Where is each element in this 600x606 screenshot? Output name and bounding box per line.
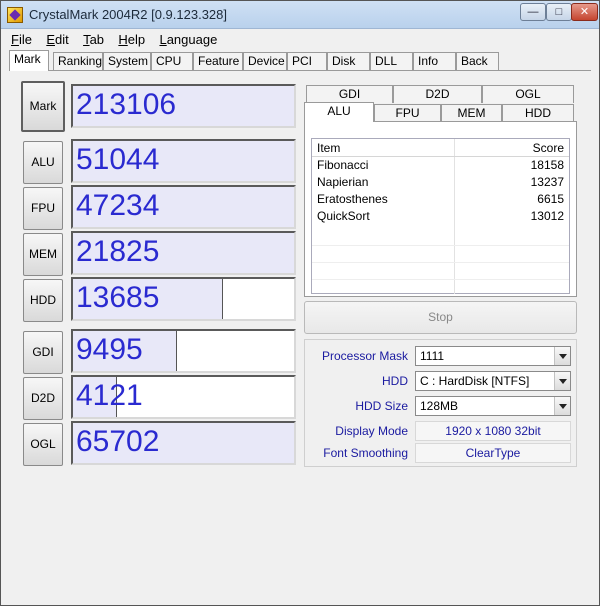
alu-results-panel: Item Score Fibonacci 18158 Napierian 132… bbox=[304, 121, 577, 297]
maximize-button[interactable]: □ bbox=[546, 3, 572, 21]
mem-score-value: 21825 bbox=[76, 235, 160, 268]
list-item[interactable]: QuickSort 13012 bbox=[312, 208, 569, 225]
alu-score-box: 51044 bbox=[71, 139, 296, 183]
tab-strip-divider bbox=[9, 70, 591, 71]
tab-disk[interactable]: Disk bbox=[327, 52, 370, 70]
item-name: QuickSort bbox=[317, 209, 370, 223]
crystalmark-icon bbox=[7, 7, 23, 23]
gdi-score-value: 9495 bbox=[76, 333, 143, 366]
mark-score-value: 213106 bbox=[76, 88, 177, 121]
hdd-score-value: 13685 bbox=[76, 281, 160, 314]
item-score: 13237 bbox=[530, 175, 564, 189]
hdd-value: C : HardDisk [NTFS] bbox=[420, 374, 530, 388]
close-button[interactable]: ✕ bbox=[571, 3, 598, 21]
subtab-fpu[interactable]: FPU bbox=[374, 104, 441, 122]
tab-device[interactable]: Device bbox=[243, 52, 287, 70]
display-mode-label: Display Mode bbox=[335, 424, 408, 438]
tab-info[interactable]: Info bbox=[413, 52, 456, 70]
hdd-score-box: 13685 bbox=[71, 277, 296, 321]
mem-button[interactable]: MEM bbox=[23, 233, 63, 276]
menu-bar: File Edit Tab Help Language bbox=[3, 31, 220, 49]
item-score: 6615 bbox=[537, 192, 564, 206]
item-name: Fibonacci bbox=[317, 158, 369, 172]
processor-mask-select[interactable]: 1111 bbox=[415, 346, 571, 366]
ogl-score-box: 65702 bbox=[71, 421, 296, 465]
alu-score-value: 51044 bbox=[76, 143, 160, 176]
menu-tab[interactable]: Tab bbox=[75, 31, 107, 49]
item-name: Napierian bbox=[317, 175, 369, 189]
results-list-header: Item Score bbox=[312, 139, 569, 157]
tab-back[interactable]: Back bbox=[456, 52, 499, 70]
fpu-button[interactable]: FPU bbox=[23, 187, 63, 230]
d2d-button[interactable]: D2D bbox=[23, 377, 63, 420]
minimize-button[interactable]: — bbox=[520, 3, 546, 21]
subtab-alu[interactable]: ALU bbox=[304, 102, 374, 122]
item-name: Eratosthenes bbox=[317, 192, 388, 206]
mark-score-box: 213106 bbox=[71, 84, 296, 128]
stop-button[interactable]: Stop bbox=[304, 301, 577, 334]
font-smoothing-label: Font Smoothing bbox=[323, 446, 408, 460]
hdd-size-select[interactable]: 128MB bbox=[415, 396, 571, 416]
column-header-score[interactable]: Score bbox=[533, 141, 564, 155]
list-item[interactable]: Napierian 13237 bbox=[312, 174, 569, 191]
app-window: CrystalMark 2004R2 [0.9.123.328] — □ ✕ F… bbox=[0, 0, 600, 606]
subtab-gdi[interactable]: GDI bbox=[306, 85, 393, 103]
main-tab-strip: Mark Ranking System CPU Feature Device P… bbox=[9, 50, 589, 71]
hdd-select[interactable]: C : HardDisk [NTFS] bbox=[415, 371, 571, 391]
hdd-size-value: 128MB bbox=[420, 399, 459, 413]
menu-file[interactable]: File bbox=[3, 31, 35, 49]
mem-score-box: 21825 bbox=[71, 231, 296, 275]
subtab-ogl[interactable]: OGL bbox=[482, 85, 574, 103]
display-mode-value: 1920 x 1080 32bit bbox=[415, 421, 571, 441]
results-list[interactable]: Item Score Fibonacci 18158 Napierian 132… bbox=[311, 138, 570, 294]
tab-ranking[interactable]: Ranking bbox=[53, 52, 103, 70]
alu-button[interactable]: ALU bbox=[23, 141, 63, 184]
fpu-score-box: 47234 bbox=[71, 185, 296, 229]
list-item[interactable]: Eratosthenes 6615 bbox=[312, 191, 569, 208]
ogl-score-value: 65702 bbox=[76, 425, 160, 458]
processor-mask-label: Processor Mask bbox=[321, 349, 408, 363]
menu-edit[interactable]: Edit bbox=[38, 31, 71, 49]
column-header-item[interactable]: Item bbox=[317, 141, 340, 155]
item-score: 18158 bbox=[530, 158, 564, 172]
tab-dll[interactable]: DLL bbox=[370, 52, 413, 70]
title-bar[interactable]: CrystalMark 2004R2 [0.9.123.328] — □ ✕ bbox=[1, 1, 599, 29]
mark-button[interactable]: Mark bbox=[21, 81, 65, 132]
gdi-score-box: 9495 bbox=[71, 329, 296, 373]
tab-feature[interactable]: Feature bbox=[193, 52, 243, 70]
chevron-down-icon[interactable] bbox=[554, 347, 570, 365]
d2d-score-box: 4121 bbox=[71, 375, 296, 419]
empty-row-line bbox=[312, 245, 569, 246]
fpu-score-value: 47234 bbox=[76, 189, 160, 222]
subtab-mem[interactable]: MEM bbox=[441, 104, 502, 122]
hdd-button[interactable]: HDD bbox=[23, 279, 63, 322]
chevron-down-icon[interactable] bbox=[554, 397, 570, 415]
font-smoothing-value: ClearType bbox=[415, 443, 571, 463]
settings-panel: Processor Mask 1111 HDD C : HardDisk [NT… bbox=[304, 339, 577, 467]
window-title: CrystalMark 2004R2 [0.9.123.328] bbox=[29, 7, 227, 22]
ogl-button[interactable]: OGL bbox=[23, 423, 63, 466]
d2d-score-value: 4121 bbox=[76, 379, 143, 412]
tab-cpu[interactable]: CPU bbox=[151, 52, 193, 70]
menu-help[interactable]: Help bbox=[110, 31, 148, 49]
empty-row-line bbox=[312, 279, 569, 280]
processor-mask-value: 1111 bbox=[420, 349, 445, 363]
hdd-size-label: HDD Size bbox=[355, 399, 408, 413]
tab-system[interactable]: System bbox=[103, 52, 151, 70]
subtab-hdd[interactable]: HDD bbox=[502, 104, 574, 122]
list-item[interactable]: Fibonacci 18158 bbox=[312, 157, 569, 174]
chevron-down-icon[interactable] bbox=[554, 372, 570, 390]
empty-row-line bbox=[312, 262, 569, 263]
menu-language[interactable]: Language bbox=[151, 31, 220, 49]
hdd-label: HDD bbox=[382, 374, 408, 388]
gdi-button[interactable]: GDI bbox=[23, 331, 63, 374]
subtab-d2d[interactable]: D2D bbox=[393, 85, 482, 103]
tab-pci[interactable]: PCI bbox=[287, 52, 327, 70]
tab-mark[interactable]: Mark bbox=[9, 50, 49, 71]
item-score: 13012 bbox=[530, 209, 564, 223]
